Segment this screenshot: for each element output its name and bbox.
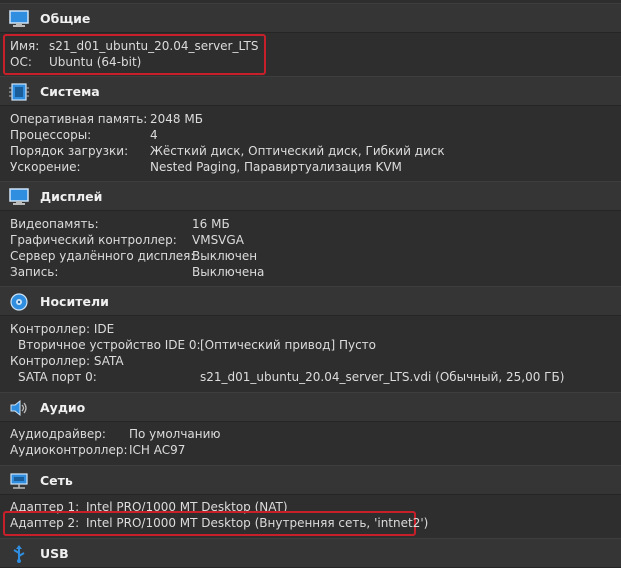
section-audio-title: Аудио (40, 400, 86, 415)
ide-device-label: Вторичное устройство IDE 0: (18, 338, 201, 352)
audio-driver-label: Аудиодрайвер: (10, 427, 106, 441)
section-storage-header[interactable]: Носители (0, 286, 621, 316)
chip-icon (9, 83, 29, 101)
name-value: s21_d01_ubuntu_20.04_server_LTS (49, 39, 259, 53)
memory-label: Оперативная память: (10, 112, 148, 126)
network-icon (9, 472, 29, 490)
section-usb-header[interactable]: USB (0, 538, 621, 568)
vram-value: 16 МБ (192, 217, 230, 231)
sata-port-value: s21_d01_ubuntu_20.04_server_LTS.vdi (Обы… (200, 370, 565, 384)
remote-display-label: Сервер удалённого дисплея: (10, 249, 195, 263)
graphics-controller-value: VMSVGA (192, 233, 244, 247)
section-network-title: Сеть (40, 473, 73, 488)
vram-label: Видеопамять: (10, 217, 99, 231)
os-label: ОС: (10, 55, 32, 69)
acceleration-value: Nested Paging, Паравиртуализация KVM (150, 160, 402, 174)
section-audio-header[interactable]: Аудио (0, 392, 621, 422)
section-system-header[interactable]: Система (0, 76, 621, 106)
monitor-icon (9, 10, 29, 28)
audio-controller-value: ICH AC97 (129, 443, 186, 457)
section-display-title: Дисплей (40, 189, 103, 204)
name-label: Имя: (10, 39, 40, 53)
section-general-header[interactable]: Общие (0, 3, 621, 33)
graphics-controller-label: Графический контроллер: (10, 233, 177, 247)
adapter2-value: Intel PRO/1000 MT Desktop (Внутренняя се… (86, 516, 429, 530)
acceleration-label: Ускорение: (10, 160, 81, 174)
ide-controller-label: Контроллер: IDE (10, 322, 115, 336)
section-display-header[interactable]: Дисплей (0, 181, 621, 211)
storage-disk-icon (9, 293, 29, 311)
speaker-icon (9, 399, 29, 417)
cpus-label: Процессоры: (10, 128, 92, 142)
boot-order-value: Жёсткий диск, Оптический диск, Гибкий ди… (150, 144, 445, 158)
ide-device-value: [Оптический привод] Пусто (200, 338, 377, 352)
os-value: Ubuntu (64-bit) (49, 55, 142, 69)
adapter2-label: Адаптер 2: (10, 516, 80, 530)
remote-display-value: Выключен (192, 249, 258, 263)
memory-value: 2048 МБ (150, 112, 203, 126)
display-icon (9, 188, 29, 206)
recording-value: Выключена (192, 265, 265, 279)
sata-controller-label: Контроллер: SATA (10, 354, 124, 368)
usb-icon (9, 545, 29, 563)
section-general-title: Общие (40, 11, 91, 26)
boot-order-label: Порядок загрузки: (10, 144, 129, 158)
sata-port-label: SATA порт 0: (18, 370, 97, 384)
cpus-value: 4 (150, 128, 158, 142)
section-usb-title: USB (40, 546, 69, 561)
section-network-header[interactable]: Сеть (0, 465, 621, 495)
audio-controller-label: Аудиоконтроллер: (10, 443, 128, 457)
section-storage-title: Носители (40, 294, 109, 309)
section-system-title: Система (40, 84, 100, 99)
audio-driver-value: По умолчанию (129, 427, 221, 441)
recording-label: Запись: (10, 265, 59, 279)
